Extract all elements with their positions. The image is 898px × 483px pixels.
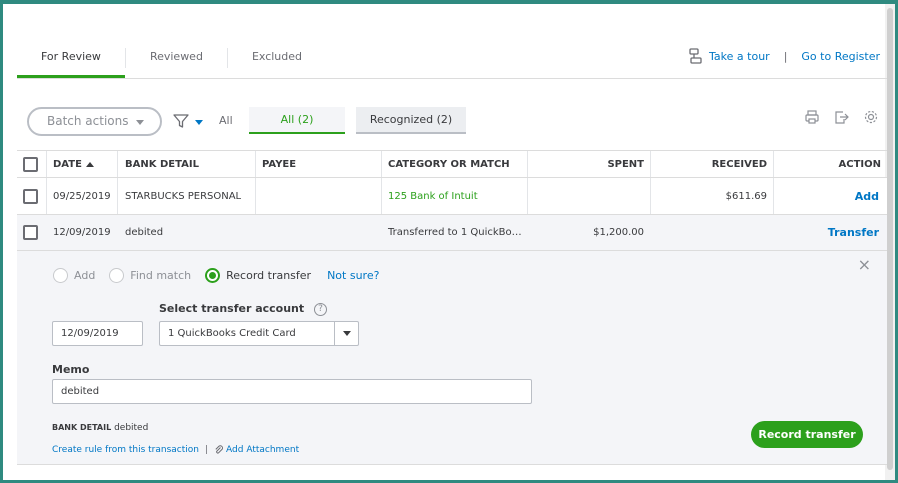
gear-icon[interactable] — [863, 109, 879, 125]
header-date-label: DATE — [53, 158, 82, 170]
not-sure-link[interactable]: Not sure? — [327, 269, 379, 282]
record-transfer-button[interactable]: Record transfer — [751, 421, 863, 448]
help-icon[interactable]: ? — [314, 302, 327, 316]
col-divider — [255, 178, 256, 214]
row-bank-detail: STARBUCKS PERSONAL — [125, 190, 242, 202]
col-divider — [773, 178, 774, 214]
col-divider — [117, 151, 118, 177]
filter-dropdown-icon[interactable] — [195, 120, 203, 125]
col-divider — [773, 151, 774, 177]
transfer-account-label: Select transfer account ? — [159, 302, 327, 316]
action-radio-group: Add Find match Record transfer Not sure? — [53, 268, 379, 283]
header-bank-detail[interactable]: BANK DETAIL — [125, 151, 199, 177]
row-received: $611.69 — [725, 190, 767, 202]
paperclip-icon — [215, 445, 224, 454]
radio-find-match-label[interactable]: Find match — [130, 269, 191, 282]
tabs-underline — [17, 78, 887, 79]
sort-ascending-icon — [85, 161, 94, 167]
panel-links: Create rule from this transaction | Add … — [52, 445, 299, 455]
date-field[interactable]: 12/09/2019 — [52, 321, 143, 346]
row-category[interactable]: Transferred to 1 QuickBo… — [388, 215, 522, 250]
top-links: Take a tour | Go to Register — [688, 48, 880, 64]
transfer-account-label-text: Select transfer account — [159, 302, 305, 315]
header-received[interactable]: RECEIVED — [712, 151, 767, 177]
print-icon[interactable] — [804, 109, 820, 125]
row-date: 12/09/2019 — [53, 227, 111, 238]
col-divider — [381, 151, 382, 177]
radio-find-match[interactable] — [109, 268, 125, 283]
filter-icon[interactable] — [172, 112, 190, 130]
add-action-link[interactable]: Add — [855, 178, 879, 214]
radio-add[interactable] — [53, 268, 68, 283]
table-row[interactable]: 09/25/2019 STARBUCKS PERSONAL 125 Bank o… — [17, 178, 887, 215]
tab-for-review[interactable]: For Review — [17, 44, 125, 78]
col-divider — [255, 151, 256, 177]
row-date: 09/25/2019 — [53, 190, 111, 202]
row-checkbox[interactable] — [23, 225, 38, 240]
row-checkbox-cell — [23, 178, 38, 214]
header-date[interactable]: DATE — [53, 151, 94, 177]
tab-recognized-pill[interactable]: Recognized (2) — [356, 107, 466, 134]
batch-actions-button[interactable]: Batch actions — [27, 107, 162, 136]
select-all-cell — [23, 151, 38, 177]
bank-detail-summary-label: BANK DETAIL — [52, 423, 112, 432]
header-action: ACTION — [838, 158, 882, 170]
tab-all-pill[interactable]: All (2) — [249, 107, 345, 134]
radio-record-transfer-label[interactable]: Record transfer — [226, 269, 311, 282]
transaction-detail-panel: Add Find match Record transfer Not sure?… — [17, 251, 887, 465]
header-payee[interactable]: PAYEE — [262, 151, 296, 177]
select-all-checkbox[interactable] — [23, 156, 38, 172]
go-to-register-link[interactable]: Go to Register — [801, 50, 880, 63]
link-separator: | — [205, 445, 209, 455]
export-icon[interactable] — [833, 109, 849, 125]
transfer-account-select[interactable]: 1 QuickBooks Credit Card — [159, 321, 359, 346]
col-divider — [46, 151, 47, 177]
col-divider — [381, 178, 382, 214]
row-spent: $1,200.00 — [593, 227, 644, 238]
row-bank-detail: debited — [125, 227, 164, 238]
link-separator: | — [783, 49, 788, 63]
batch-actions-label: Batch actions — [47, 114, 129, 128]
close-icon[interactable]: × — [858, 255, 871, 274]
bank-detail-summary: BANK DETAIL debited — [52, 423, 148, 433]
take-a-tour-link[interactable]: Take a tour — [709, 50, 770, 63]
create-rule-link[interactable]: Create rule from this transaction — [52, 445, 199, 455]
header-spent[interactable]: SPENT — [607, 151, 644, 177]
memo-field[interactable]: debited — [52, 379, 532, 404]
col-divider — [650, 151, 651, 177]
radio-record-transfer[interactable] — [205, 268, 221, 283]
chevron-down-icon[interactable] — [334, 322, 358, 345]
row-category[interactable]: 125 Bank of Intuit — [388, 178, 478, 214]
transfer-action-link[interactable]: Transfer — [828, 215, 879, 250]
col-divider — [46, 178, 47, 214]
review-tabs: For Review Reviewed Excluded — [17, 44, 326, 79]
transfer-account-value: 1 QuickBooks Credit Card — [168, 328, 296, 339]
tour-icon — [689, 48, 702, 64]
tab-reviewed[interactable]: Reviewed — [126, 44, 227, 78]
bank-detail-summary-value: debited — [114, 423, 149, 433]
memo-label: Memo — [52, 363, 90, 376]
col-divider — [527, 151, 528, 177]
row-checkbox[interactable] — [23, 188, 38, 204]
col-divider — [117, 178, 118, 214]
table-header: DATE BANK DETAIL PAYEE CATEGORY OR MATCH… — [17, 150, 887, 178]
table-row[interactable]: 12/09/2019 debited Transferred to 1 Quic… — [17, 215, 887, 251]
scrollbar-thumb[interactable] — [887, 8, 893, 470]
col-divider — [650, 178, 651, 214]
tab-excluded[interactable]: Excluded — [228, 44, 326, 78]
header-category[interactable]: CATEGORY OR MATCH — [388, 151, 510, 177]
chevron-down-icon — [136, 120, 144, 125]
filter-all-text: All — [219, 114, 233, 127]
col-divider — [527, 178, 528, 214]
radio-add-label[interactable]: Add — [74, 269, 95, 282]
row-checkbox-cell — [23, 215, 38, 250]
add-attachment-link[interactable]: Add Attachment — [226, 445, 299, 455]
